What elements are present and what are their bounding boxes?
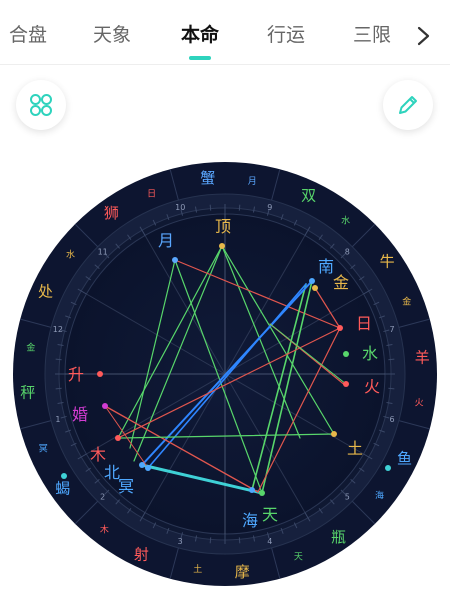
sign-label: 处 xyxy=(38,282,53,300)
house-number: 7 xyxy=(390,325,395,334)
four-circles-icon xyxy=(30,94,52,116)
planet-dot xyxy=(102,403,108,409)
planet-label-huo: 火 xyxy=(364,377,380,396)
natal-chart-wheel[interactable]: 顶 月 南 金 日 水 火 土 升 婚 木 北 冥 海 天 蟹月双水牛金羊火鱼海… xyxy=(0,148,450,600)
sign-label: 瓶 xyxy=(331,528,346,546)
sign-label: 双 xyxy=(301,187,316,205)
degree-tick xyxy=(209,204,212,211)
sign-label: 射 xyxy=(134,545,149,563)
house-number: 12 xyxy=(53,325,63,334)
house-number: 4 xyxy=(267,537,272,546)
sign-ruler-label: 土 xyxy=(193,563,202,575)
house-number: 1 xyxy=(55,415,60,424)
planet-label-nan: 南 xyxy=(318,257,334,276)
planet-label-hai: 海 xyxy=(242,511,258,530)
house-number: 8 xyxy=(345,248,350,257)
planet-label-shui: 水 xyxy=(362,344,378,363)
planet-label-tian: 天 xyxy=(262,505,278,524)
degree-tick xyxy=(55,387,62,390)
sign-label: 蟹 xyxy=(200,169,215,187)
planet-label-jin: 金 xyxy=(333,273,349,292)
planet-dot xyxy=(343,351,349,357)
sign-ruler-label: 金 xyxy=(402,296,411,308)
sign-ruler-label: 木 xyxy=(100,523,109,535)
degree-tick xyxy=(209,537,212,544)
sign-ruler-label: 海 xyxy=(375,490,384,502)
sign-label: 狮 xyxy=(104,204,119,222)
planet-dot xyxy=(61,473,67,479)
layout-button[interactable] xyxy=(16,80,66,130)
chevron-right-icon[interactable] xyxy=(414,22,434,50)
degree-tick xyxy=(388,387,395,390)
sign-ruler-label: 天 xyxy=(294,553,303,563)
planet-dot xyxy=(219,243,225,249)
planet-dot xyxy=(343,381,349,387)
planet-label-ri: 日 xyxy=(356,314,372,333)
sign-label: 鱼 xyxy=(397,450,412,468)
planet-dot xyxy=(145,465,151,471)
sign-label: 蝎 xyxy=(55,480,70,498)
tab-tianxiang[interactable]: 天象 xyxy=(92,20,132,50)
pencil-icon xyxy=(399,96,417,114)
planet-label-ming: 冥 xyxy=(118,477,134,496)
degree-tick xyxy=(238,537,241,544)
planet-dot xyxy=(115,435,121,441)
sign-ruler-label: 水 xyxy=(66,248,75,260)
sign-ruler-label: 火 xyxy=(415,397,424,408)
tab-sanxian[interactable]: 三限 xyxy=(352,20,392,50)
sign-label: 牛 xyxy=(380,252,395,270)
tab-bar: 合盘 天象 本命 行运 三限 xyxy=(0,0,450,65)
planet-dot xyxy=(97,371,103,377)
tab-xingyun[interactable]: 行运 xyxy=(266,20,306,50)
planet-dot xyxy=(139,462,145,468)
planet-dot xyxy=(259,490,265,496)
planet-dot xyxy=(337,325,343,331)
planet-label-yue: 月 xyxy=(158,231,174,250)
degree-tick xyxy=(388,358,395,361)
planet-dot xyxy=(249,487,255,493)
planet-dot xyxy=(312,285,318,291)
planet-label-sheng: 升 xyxy=(68,365,84,384)
house-number: 2 xyxy=(100,492,105,501)
planet-dot xyxy=(172,257,178,263)
sign-ruler-label: 月 xyxy=(248,176,257,187)
sign-ruler-label: 冥 xyxy=(39,443,48,454)
house-number: 3 xyxy=(178,537,183,546)
sign-ruler-label: 水 xyxy=(341,215,350,227)
planet-label-ding: 顶 xyxy=(215,217,231,236)
house-number: 11 xyxy=(98,248,108,257)
degree-tick xyxy=(238,204,241,211)
tab-hepan[interactable]: 合盘 xyxy=(8,20,48,50)
active-tab-indicator xyxy=(189,56,211,60)
house-number: 9 xyxy=(267,203,272,212)
degree-tick xyxy=(55,358,62,361)
planet-dot xyxy=(331,431,337,437)
planet-label-mu: 木 xyxy=(90,445,106,464)
natal-chart: 顶 月 南 金 日 水 火 土 升 婚 木 北 冥 海 天 蟹月双水牛金羊火鱼海… xyxy=(0,148,450,600)
planet-dot xyxy=(385,465,391,471)
house-number: 5 xyxy=(345,492,350,501)
edit-button[interactable] xyxy=(383,80,433,130)
planet-label-hun: 婚 xyxy=(72,405,88,424)
sign-label: 羊 xyxy=(415,349,430,367)
sign-ruler-label: 日 xyxy=(147,188,156,199)
sign-label: 秤 xyxy=(20,383,35,401)
tab-benming[interactable]: 本命 xyxy=(178,20,222,50)
planet-label-tu: 土 xyxy=(347,439,363,458)
house-number: 10 xyxy=(175,203,185,212)
sign-ruler-label: 金 xyxy=(26,342,35,354)
sign-label: 摩 xyxy=(235,563,250,581)
house-number: 6 xyxy=(390,415,395,424)
planet-dot xyxy=(309,278,315,284)
